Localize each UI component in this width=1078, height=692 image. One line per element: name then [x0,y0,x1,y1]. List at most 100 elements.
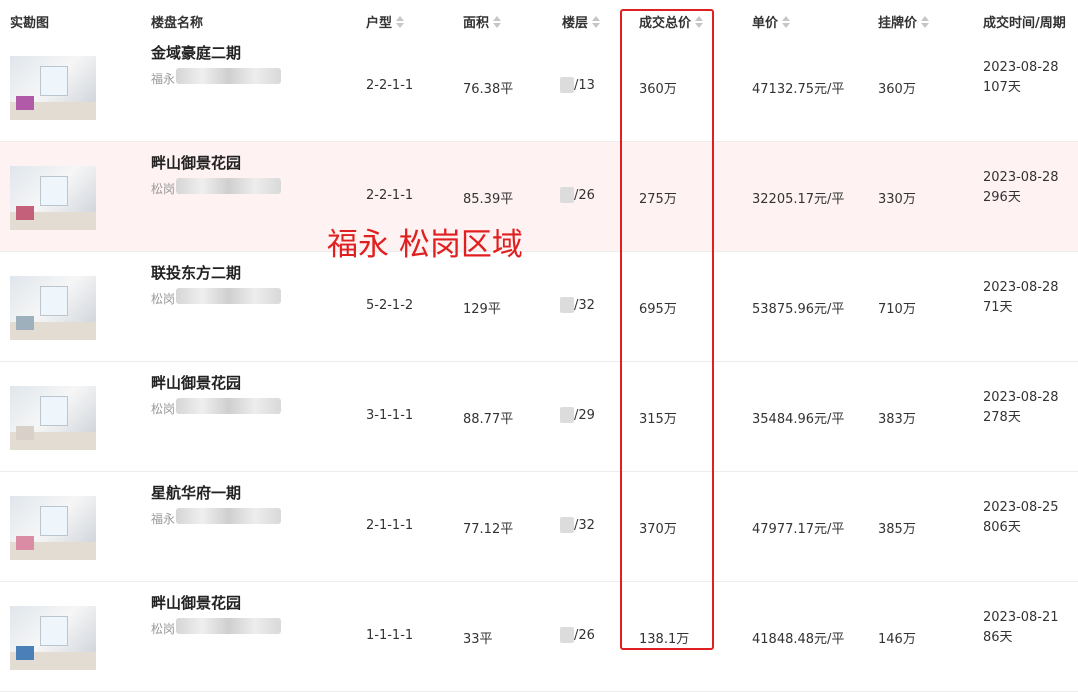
col-time-label: 成交时间/周期 [983,16,1066,31]
layout-value: 2-2-1-1 [366,188,414,203]
property-photo[interactable] [10,166,96,230]
deal-cycle: 71天 [983,300,1013,315]
deal-cycle: 86天 [983,630,1013,645]
floor-value: /29 [574,408,595,423]
property-district: 松岗 [151,292,176,306]
deal-cycle: 806天 [983,520,1021,535]
deal-cycle: 296天 [983,190,1021,205]
floor-value: /26 [574,628,595,643]
property-photo[interactable] [10,276,96,340]
col-name: 楼盘名称 [151,12,203,31]
unit-price-value: 53875.96元/平 [752,302,845,317]
sort-icon[interactable] [592,15,601,29]
blurred-address [176,178,281,194]
deal-date: 2023-08-28 [983,170,1059,185]
floor-value: /32 [574,298,595,313]
property-name[interactable]: 联投东方二期 [151,262,241,283]
sort-icon[interactable] [493,15,502,29]
table-row[interactable]: 畔山御景花园 松岗 2-2-1-1 85.39平 /26 275万 32205.… [0,142,1078,252]
col-list-label: 挂牌价 [878,16,918,31]
col-photo-label: 实勘图 [10,16,50,31]
property-district: 福永 [151,72,176,86]
property-photo[interactable] [10,606,96,670]
deal-date: 2023-08-28 [983,60,1059,75]
table-row[interactable]: 联投东方二期 松岗 5-2-1-2 129平 /32 695万 53875.96… [0,252,1078,362]
unit-price-value: 41848.48元/平 [752,632,845,647]
layout-value: 5-2-1-2 [366,298,414,313]
col-name-label: 楼盘名称 [151,16,204,31]
property-name[interactable]: 畔山御景花园 [151,152,241,173]
col-list[interactable]: 挂牌价 [878,12,930,31]
list-price-value: 383万 [878,412,916,427]
property-name[interactable]: 金域豪庭二期 [151,42,241,63]
floor-value: /13 [574,78,595,93]
list-price-value: 330万 [878,192,916,207]
col-time: 成交时间/周期 [983,12,1066,31]
layout-value: 2-2-1-1 [366,78,414,93]
deal-date: 2023-08-25 [983,500,1059,515]
blurred-floor [560,77,574,93]
blurred-address [176,68,281,84]
blurred-floor [560,187,574,203]
unit-price-value: 47132.75元/平 [752,82,845,97]
list-price-value: 385万 [878,522,916,537]
col-unit[interactable]: 单价 [752,12,791,31]
property-photo[interactable] [10,386,96,450]
sort-icon[interactable] [396,15,405,29]
deal-time: 2023-08-28 278天 [983,388,1059,428]
deal-time: 2023-08-28 296天 [983,168,1059,208]
list-price-value: 710万 [878,302,916,317]
property-photo[interactable] [10,496,96,560]
deal-cycle: 278天 [983,410,1021,425]
table-row[interactable]: 畔山御景花园 松岗 3-1-1-1 88.77平 /29 315万 35484.… [0,362,1078,472]
col-floor[interactable]: 楼层 [562,12,601,31]
blurred-floor [560,297,574,313]
property-district: 松岗 [151,182,176,196]
deal-time: 2023-08-28 71天 [983,278,1059,318]
area-value: 76.38平 [463,82,514,97]
col-floor-label: 楼层 [562,16,589,31]
unit-price-value: 47977.17元/平 [752,522,845,537]
property-photo[interactable] [10,56,96,120]
table-row[interactable]: 畔山御景花园 松岗 1-1-1-1 33平 /26 138.1万 41848.4… [0,582,1078,692]
floor-value: /26 [574,188,595,203]
blurred-address [176,508,281,524]
deal-time: 2023-08-28 107天 [983,58,1059,98]
list-price-value: 360万 [878,82,916,97]
blurred-floor [560,517,574,533]
deal-date: 2023-08-28 [983,390,1059,405]
blurred-address [176,618,281,634]
sort-icon[interactable] [782,15,791,29]
col-layout-label: 户型 [366,16,393,31]
property-name[interactable]: 畔山御景花园 [151,592,241,613]
col-area-label: 面积 [463,16,490,31]
table-row[interactable]: 金域豪庭二期 福永 2-2-1-1 76.38平 /13 360万 47132.… [0,32,1078,142]
sort-icon[interactable] [921,15,930,29]
table-row[interactable]: 星航华府一期 福永 2-1-1-1 77.12平 /32 370万 47977.… [0,472,1078,582]
unit-price-value: 32205.17元/平 [752,192,845,207]
deal-time: 2023-08-25 806天 [983,498,1059,538]
deal-date: 2023-08-28 [983,280,1059,295]
property-name[interactable]: 畔山御景花园 [151,372,241,393]
blurred-floor [560,627,574,643]
layout-value: 3-1-1-1 [366,408,414,423]
deal-date: 2023-08-21 [983,610,1059,625]
blurred-address [176,288,281,304]
highlight-box [620,9,714,650]
list-price-value: 146万 [878,632,916,647]
floor-value: /32 [574,518,595,533]
blurred-address [176,398,281,414]
area-value: 88.77平 [463,412,514,427]
deal-cycle: 107天 [983,80,1021,95]
layout-value: 1-1-1-1 [366,628,414,643]
property-name[interactable]: 星航华府一期 [151,482,241,503]
area-value: 77.12平 [463,522,514,537]
property-district: 松岗 [151,622,176,636]
col-area[interactable]: 面积 [463,12,502,31]
property-district: 松岗 [151,402,176,416]
col-unit-label: 单价 [752,16,779,31]
col-layout[interactable]: 户型 [366,12,405,31]
property-district: 福永 [151,512,176,526]
area-value: 33平 [463,632,493,647]
unit-price-value: 35484.96元/平 [752,412,845,427]
